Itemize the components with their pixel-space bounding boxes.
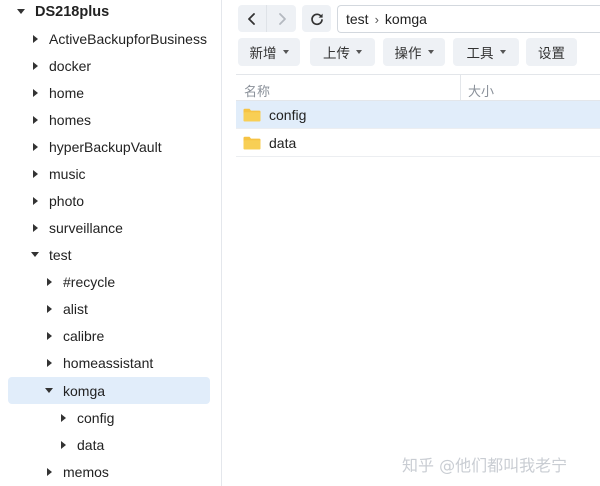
dropdown-arrow-icon — [356, 50, 362, 54]
caret-right-icon[interactable] — [28, 221, 42, 235]
settings-button-label: 设置 — [538, 46, 565, 61]
chevron-right-icon — [278, 12, 286, 25]
dropdown-arrow-icon — [282, 50, 289, 54]
folder-icon — [243, 136, 261, 149]
tree-node-label: test — [49, 246, 72, 263]
tree-node-label: docker — [49, 57, 92, 74]
caret-right-icon[interactable] — [28, 113, 42, 127]
folder-tree: DS218plus ActiveBackupforBusiness docker… — [0, 0, 222, 486]
tree-node-label: home — [49, 84, 85, 101]
tree-node-label: data — [77, 436, 105, 453]
tools-button-label: 工具 — [466, 46, 494, 61]
tree-node-memos[interactable]: memos — [8, 458, 210, 485]
tree-node-label: calibre — [63, 327, 105, 344]
tree-node-label: DS218plus — [35, 3, 110, 20]
caret-right-icon[interactable] — [42, 275, 56, 289]
breadcrumb-item[interactable]: test — [346, 11, 369, 27]
tree-node-label: photo — [49, 192, 85, 209]
file-row[interactable]: data — [236, 129, 600, 157]
folder-icon — [243, 108, 261, 121]
tree-node-calibre[interactable]: calibre — [8, 322, 210, 349]
file-row[interactable]: config — [236, 101, 600, 129]
caret-down-icon[interactable] — [42, 384, 56, 398]
tools-button[interactable]: 工具 — [453, 38, 519, 66]
action-button[interactable]: 操作 — [383, 38, 445, 66]
tree-node-label: #recycle — [63, 273, 116, 290]
caret-right-icon[interactable] — [42, 302, 56, 316]
upload-button-label: 上传 — [323, 46, 350, 61]
caret-right-icon[interactable] — [42, 465, 56, 479]
tree-node-recycle[interactable]: #recycle — [8, 268, 210, 295]
column-header-name[interactable]: 名称 — [244, 81, 270, 100]
caret-right-icon[interactable] — [56, 438, 70, 452]
tree-node-photo[interactable]: photo — [8, 187, 210, 214]
chevron-left-icon — [248, 12, 255, 25]
upload-button[interactable]: 上传 — [310, 38, 375, 66]
tree-node-label: memos — [63, 463, 109, 480]
action-button-label: 操作 — [394, 46, 422, 61]
caret-right-icon[interactable] — [28, 140, 42, 154]
column-divider[interactable] — [460, 75, 461, 101]
tree-node-surveillance[interactable]: surveillance — [8, 214, 210, 241]
tree-node-label: config — [77, 409, 115, 426]
tree-node-config[interactable]: config — [8, 404, 210, 431]
tree-node-docker[interactable]: docker — [8, 52, 210, 79]
file-name: config — [269, 106, 307, 123]
tree-node-music[interactable]: music — [8, 160, 210, 187]
file-list-header: 名称 大小 — [236, 74, 600, 101]
tree-node-label: surveillance — [49, 219, 123, 236]
tree-node-home[interactable]: home — [8, 79, 210, 106]
tree-node-test[interactable]: test — [8, 241, 210, 268]
dropdown-arrow-icon — [427, 50, 434, 54]
caret-right-icon[interactable] — [28, 32, 42, 46]
tree-node-homes[interactable]: homes — [8, 106, 210, 133]
caret-right-icon[interactable] — [56, 411, 70, 425]
dropdown-arrow-icon — [499, 50, 506, 54]
caret-down-icon[interactable] — [28, 248, 42, 262]
tree-node-label: hyperBackupVault — [49, 138, 162, 155]
tree-node-komga[interactable]: komga — [8, 377, 210, 404]
tree-node-label: music — [49, 165, 86, 182]
create-button[interactable]: 新增 — [238, 38, 300, 66]
caret-right-icon[interactable] — [28, 167, 42, 181]
back-button[interactable] — [238, 5, 267, 32]
caret-right-icon[interactable] — [28, 59, 42, 73]
tree-node-root[interactable]: DS218plus — [8, 0, 210, 25]
caret-down-icon[interactable] — [14, 5, 28, 19]
create-button-label: 新增 — [249, 46, 277, 61]
forward-button[interactable] — [267, 5, 296, 32]
tree-node-label: komga — [63, 382, 106, 399]
tree-node-alist[interactable]: alist — [8, 295, 210, 322]
caret-right-icon[interactable] — [28, 86, 42, 100]
column-header-size[interactable]: 大小 — [468, 81, 494, 100]
caret-right-icon[interactable] — [42, 356, 56, 370]
file-name: data — [269, 134, 297, 151]
breadcrumb-item[interactable]: komga — [385, 11, 427, 27]
caret-right-icon[interactable] — [28, 194, 42, 208]
tree-node-label: alist — [63, 300, 88, 317]
tree-node-label: homes — [49, 111, 92, 128]
watermark-text: 知乎 @他们都叫我老宁 — [402, 456, 568, 475]
tree-node-data[interactable]: data — [8, 431, 210, 458]
breadcrumb-separator: › — [374, 11, 379, 27]
path-bar[interactable]: test › komga — [337, 5, 600, 33]
tree-node-label: ActiveBackupforBusiness — [49, 30, 207, 47]
tree-node-activebackup[interactable]: ActiveBackupforBusiness — [8, 25, 210, 52]
refresh-icon — [310, 12, 323, 25]
tree-node-label: homeassistant — [63, 354, 154, 371]
refresh-button[interactable] — [302, 5, 331, 32]
settings-button[interactable]: 设置 — [526, 38, 577, 66]
tree-node-hyperbackupvault[interactable]: hyperBackupVault — [8, 133, 210, 160]
caret-right-icon[interactable] — [42, 329, 56, 343]
tree-node-homeassistant[interactable]: homeassistant — [8, 349, 210, 376]
